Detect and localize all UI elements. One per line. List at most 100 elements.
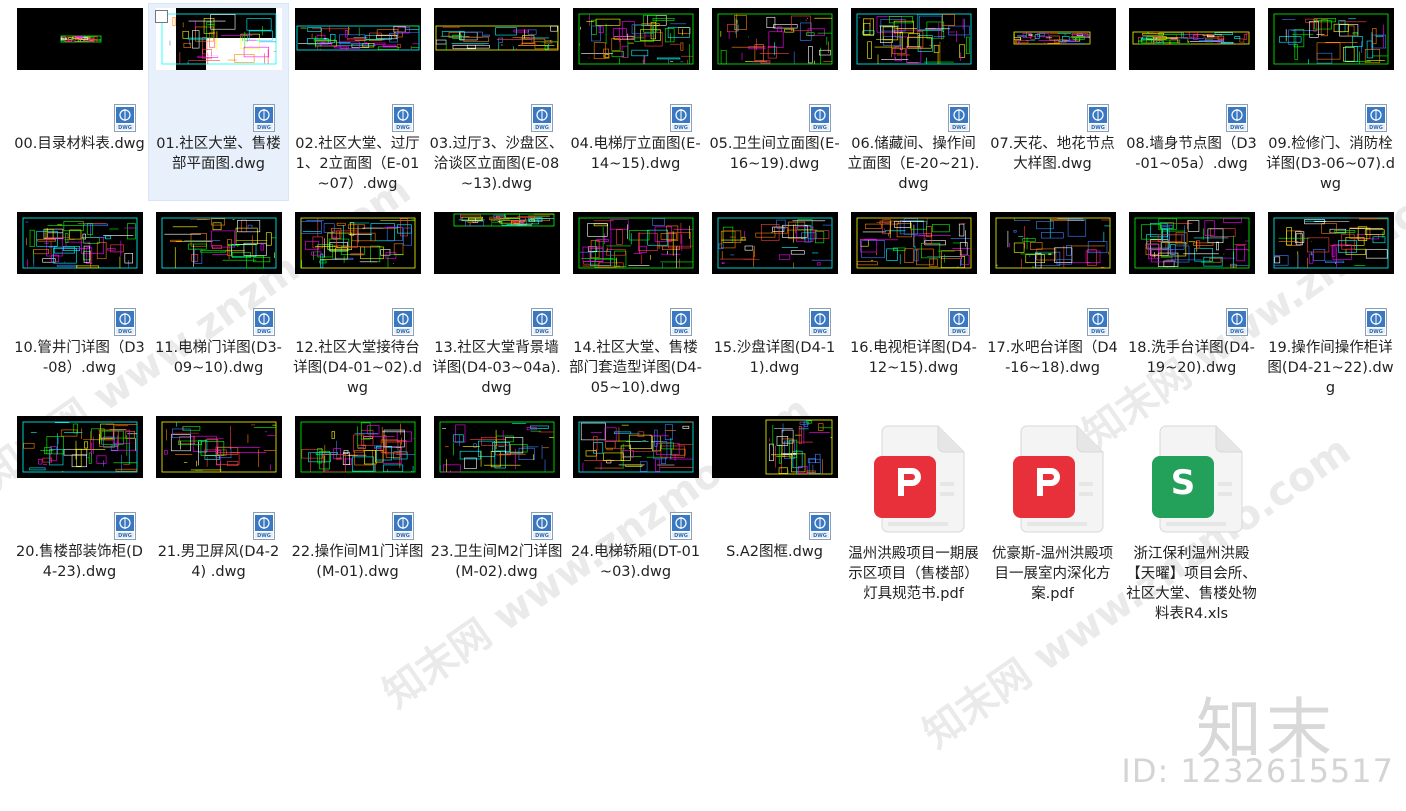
file-item[interactable]: DWG 07.天花、地花节点大样图.dwg — [983, 4, 1122, 200]
file-thumbnail — [850, 8, 977, 70]
file-name: 22.操作间M1门详图(M-01).dwg — [291, 544, 424, 580]
file-thumbnail — [711, 212, 838, 274]
file-item[interactable]: DWG 13.社区大堂背景墙详图(D4-03~04a).dwg — [427, 208, 566, 404]
file-name: 10.管井门详图（D3-08）.dwg — [14, 340, 145, 376]
select-checkbox[interactable] — [155, 10, 168, 23]
file-name: 20.售楼部装饰柜(D4-23).dwg — [16, 544, 143, 580]
file-item[interactable]: DWG 23.卫生间M2门详图(M-02).dwg — [427, 412, 566, 608]
dwg-file-icon: DWG — [1365, 104, 1387, 132]
svg-text:DWG: DWG — [257, 125, 271, 131]
file-item[interactable]: DWG 04.电梯厅立面图(E-14~15).dwg — [566, 4, 705, 200]
file-name: 21.男卫屏风(D4-24) .dwg — [157, 544, 280, 580]
file-thumbnail — [1267, 8, 1394, 70]
dwg-file-icon: DWG — [809, 308, 831, 336]
file-name: 24.电梯轿厢(DT-01~03).dwg — [570, 544, 701, 580]
file-item[interactable]: DWG 18.洗手台详图(D4-19~20).dwg — [1122, 208, 1261, 404]
svg-text:DWG: DWG — [813, 533, 827, 539]
file-item[interactable]: DWG 24.电梯轿厢(DT-01~03).dwg — [566, 412, 705, 608]
file-thumbnail — [16, 8, 143, 70]
file-thumbnail — [572, 8, 699, 70]
file-thumbnail — [1267, 212, 1394, 274]
svg-text:DWG: DWG — [1230, 125, 1244, 131]
file-item[interactable]: DWG S.A2图框.dwg — [705, 412, 844, 608]
file-name: 13.社区大堂背景墙详图(D4-03~04a).dwg — [432, 340, 561, 396]
file-item[interactable]: 优豪斯-温州洪殿项目一展室内深化方案.pdf — [983, 412, 1122, 630]
file-name: 02.社区大堂、过厅1、2立面图（E-01~07）.dwg — [295, 136, 420, 192]
file-name: 15.沙盘详图(D4-11).dwg — [713, 340, 836, 376]
dwg-file-icon: DWG — [948, 308, 970, 336]
file-name: 19.操作间操作柜详图(D4-21~22).dwg — [1267, 340, 1394, 396]
file-item[interactable]: 温州洪殿项目一期展示区项目（售楼部）灯具规范书.pdf — [844, 412, 983, 630]
brand-id: ID: 1232615517 — [1121, 752, 1394, 790]
file-thumbnail — [433, 416, 560, 478]
file-thumbnail — [294, 416, 421, 478]
pdf-file-icon — [1007, 420, 1107, 534]
file-item[interactable]: DWG 22.操作间M1门详图(M-01).dwg — [288, 412, 427, 608]
file-item[interactable]: DWG 12.社区大堂接待台详图(D4-01~02).dwg — [288, 208, 427, 404]
svg-text:DWG: DWG — [813, 329, 827, 335]
file-name: 09.检修门、消防栓详图(D3-06~07).dwg — [1266, 136, 1395, 192]
file-item[interactable]: DWG 11.电梯门详图(D3-09~10).dwg — [149, 208, 288, 404]
file-item[interactable]: S 浙江保利温州洪殿【天曜】项目会所、社区大堂、售楼处物料表R4.xls — [1122, 412, 1261, 630]
file-thumbnail — [989, 212, 1116, 274]
file-thumbnail — [155, 416, 282, 478]
file-name: 14.社区大堂、售楼部门套造型详图(D4-05~10).dwg — [569, 340, 702, 396]
svg-text:DWG: DWG — [118, 329, 132, 335]
svg-text:DWG: DWG — [118, 125, 132, 131]
file-item[interactable]: DWG 10.管井门详图（D3-08）.dwg — [10, 208, 149, 404]
file-thumbnail — [711, 416, 838, 478]
file-name: 11.电梯门详图(D3-09~10).dwg — [155, 340, 282, 376]
file-item[interactable]: DWG 03.过厅3、沙盘区、洽谈区立面图(E-08~13).dwg — [427, 4, 566, 200]
file-item[interactable]: DWG 21.男卫屏风(D4-24) .dwg — [149, 412, 288, 608]
svg-text:DWG: DWG — [1091, 125, 1105, 131]
svg-text:DWG: DWG — [396, 533, 410, 539]
dwg-file-icon: DWG — [670, 308, 692, 336]
file-item[interactable]: DWG 05.卫生间立面图(E-16~19).dwg — [705, 4, 844, 200]
xls-file-icon: S — [1146, 420, 1246, 534]
dwg-file-icon: DWG — [809, 512, 831, 540]
file-item[interactable]: DWG 08.墙身节点图（D3-01~05a）.dwg — [1122, 4, 1261, 200]
dwg-file-icon: DWG — [392, 512, 414, 540]
file-thumbnail — [16, 416, 143, 478]
file-item[interactable]: DWG 17.水吧台详图（D4-16~18).dwg — [983, 208, 1122, 404]
svg-text:DWG: DWG — [952, 125, 966, 131]
file-name: 05.卫生间立面图(E-16~19).dwg — [709, 136, 840, 172]
file-thumbnail — [850, 212, 977, 274]
dwg-file-icon: DWG — [1226, 308, 1248, 336]
dwg-file-icon: DWG — [1226, 104, 1248, 132]
file-name: S.A2图框.dwg — [726, 544, 823, 560]
file-thumbnail — [572, 212, 699, 274]
svg-text:DWG: DWG — [674, 533, 688, 539]
dwg-file-icon: DWG — [531, 308, 553, 336]
file-thumbnail — [155, 8, 282, 70]
file-item[interactable]: DWG 06.储藏间、操作间立面图（E-20~21).dwg — [844, 4, 983, 200]
file-item[interactable]: DWG 19.操作间操作柜详图(D4-21~22).dwg — [1261, 208, 1400, 404]
file-item[interactable]: DWG 20.售楼部装饰柜(D4-23).dwg — [10, 412, 149, 608]
file-item[interactable]: DWG 09.检修门、消防栓详图(D3-06~07).dwg — [1261, 4, 1400, 200]
file-item[interactable]: DWG 15.沙盘详图(D4-11).dwg — [705, 208, 844, 404]
file-item[interactable]: DWG 01.社区大堂、售楼部平面图.dwg — [148, 3, 289, 201]
svg-text:DWG: DWG — [535, 125, 549, 131]
dwg-file-icon: DWG — [392, 104, 414, 132]
dwg-file-icon: DWG — [253, 308, 275, 336]
file-name: 01.社区大堂、售楼部平面图.dwg — [156, 136, 281, 172]
dwg-file-icon: DWG — [392, 308, 414, 336]
file-item[interactable]: DWG 00.目录材料表.dwg — [10, 4, 149, 200]
file-item[interactable]: DWG 14.社区大堂、售楼部门套造型详图(D4-05~10).dwg — [566, 208, 705, 404]
file-grid: DWG 00.目录材料表.dwg DWG 01.社区大堂、售楼部平面图.dwg … — [10, 3, 1402, 644]
dwg-file-icon: DWG — [531, 104, 553, 132]
file-item[interactable]: DWG 16.电视柜详图(D4-12~15).dwg — [844, 208, 983, 404]
svg-text:DWG: DWG — [535, 533, 549, 539]
file-name: 04.电梯厅立面图(E-14~15).dwg — [570, 136, 701, 172]
dwg-file-icon: DWG — [1087, 308, 1109, 336]
svg-text:DWG: DWG — [396, 329, 410, 335]
svg-text:DWG: DWG — [396, 125, 410, 131]
dwg-file-icon: DWG — [253, 512, 275, 540]
file-item[interactable]: DWG 02.社区大堂、过厅1、2立面图（E-01~07）.dwg — [288, 4, 427, 200]
dwg-file-icon: DWG — [114, 104, 136, 132]
file-name: 00.目录材料表.dwg — [14, 136, 145, 152]
pdf-file-icon — [868, 420, 968, 534]
dwg-file-icon: DWG — [948, 104, 970, 132]
file-thumbnail — [1128, 8, 1255, 70]
dwg-file-icon: DWG — [531, 512, 553, 540]
